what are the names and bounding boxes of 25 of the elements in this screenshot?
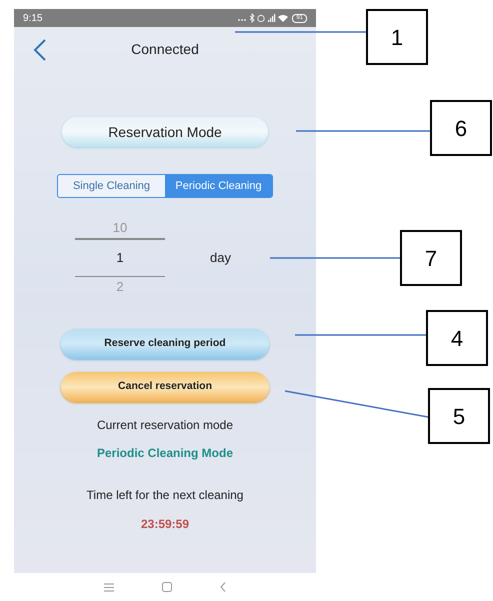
- callout-number: 7: [400, 230, 462, 286]
- callout-number: 6: [430, 100, 492, 156]
- back-nav-icon[interactable]: [220, 582, 226, 592]
- unit-label: day: [210, 248, 231, 267]
- back-icon[interactable]: [33, 38, 47, 62]
- time-left-value: 23:59:59: [140, 516, 190, 533]
- home-icon[interactable]: [162, 582, 172, 592]
- day-picker[interactable]: 10 1 2: [75, 218, 165, 297]
- callout-number: 5: [428, 388, 490, 444]
- picker-value: 1: [116, 248, 124, 266]
- status-icons: [237, 13, 290, 23]
- reservation-mode-button[interactable]: Reservation Mode: [62, 117, 268, 147]
- current-mode-value: Periodic Cleaning Mode: [96, 445, 234, 462]
- screen-title: Connected: [131, 40, 199, 58]
- time-left-label: Time left for the next cleaning: [86, 487, 244, 504]
- status-time: 9:15: [23, 12, 42, 26]
- callout-number: 4: [426, 310, 488, 366]
- picker-option: 2: [116, 277, 124, 297]
- current-mode-label: Current reservation mode: [96, 417, 234, 434]
- cancel-button[interactable]: Cancel reservation: [61, 372, 269, 402]
- menu-icon[interactable]: [104, 582, 114, 592]
- callout-number: 1: [366, 9, 428, 65]
- reserve-button[interactable]: Reserve cleaning period: [61, 329, 269, 359]
- picker-option: 10: [112, 218, 128, 238]
- mode-tab[interactable]: Single Cleaning: [58, 175, 165, 197]
